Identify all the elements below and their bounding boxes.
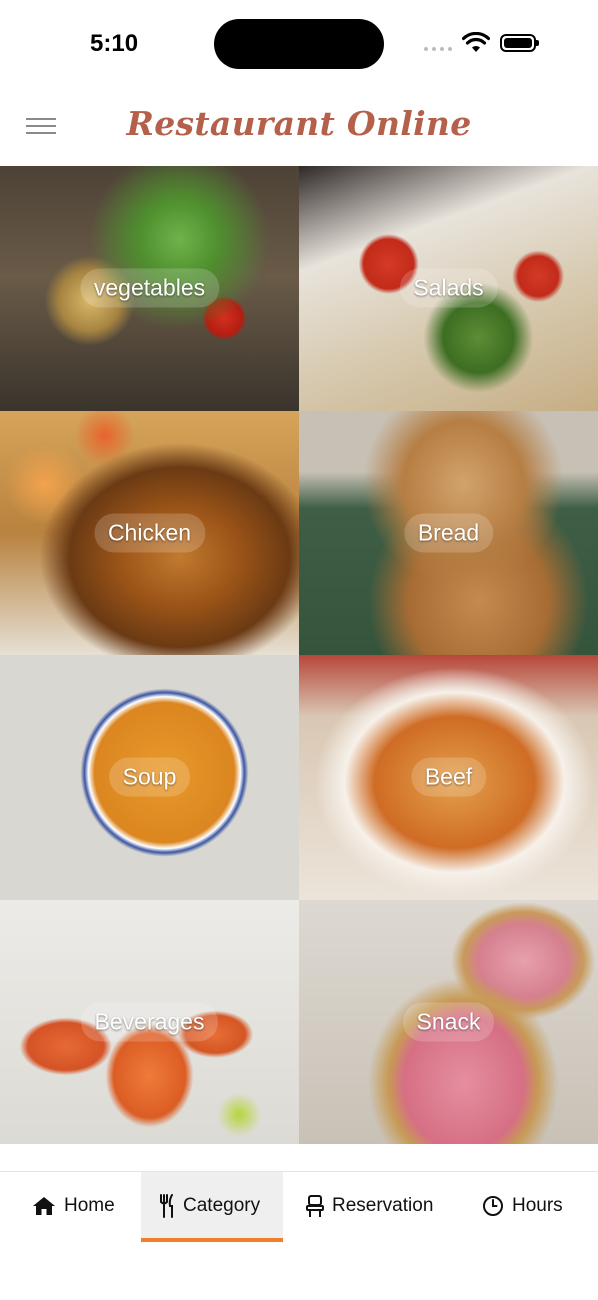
tab-reservation-label: Reservation	[332, 1195, 434, 1216]
page-title: Restaurant Online	[126, 104, 472, 143]
category-label: Salads	[399, 268, 498, 308]
tab-category-label: Category	[183, 1195, 261, 1216]
tab-home-label: Home	[64, 1195, 115, 1216]
dynamic-island	[214, 19, 384, 69]
status-bar: 5:10	[0, 0, 598, 90]
home-icon	[33, 1197, 55, 1215]
category-label: vegetables	[79, 268, 220, 308]
signal-icon	[424, 47, 452, 51]
battery-icon	[500, 34, 539, 52]
chair-icon	[306, 1195, 324, 1217]
tab-home[interactable]: Home	[28, 1172, 119, 1240]
category-label: Beverages	[80, 1002, 219, 1042]
category-tile-chicken[interactable]: Chicken	[0, 410, 299, 655]
clock-icon	[483, 1196, 503, 1216]
category-label: Beef	[410, 757, 487, 797]
category-label: Chicken	[93, 513, 206, 553]
tab-reservation[interactable]: Reservation	[306, 1172, 433, 1240]
category-tile-beef[interactable]: Beef	[299, 655, 598, 900]
tab-hours[interactable]: Hours	[482, 1172, 563, 1240]
fork-knife-icon	[160, 1194, 173, 1218]
category-label: Snack	[402, 1002, 495, 1042]
category-tile-soup[interactable]: Soup	[0, 655, 299, 900]
status-time: 5:10	[90, 30, 139, 57]
wifi-icon	[462, 32, 490, 52]
category-grid: vegetables Salads Chicken Bread Soup Bee…	[0, 166, 598, 1144]
category-tile-snack[interactable]: Snack	[299, 899, 598, 1144]
category-tile-beverages[interactable]: Beverages	[0, 899, 299, 1144]
category-tile-salads[interactable]: Salads	[299, 166, 598, 411]
category-label: Soup	[108, 757, 191, 797]
category-tile-bread[interactable]: Bread	[299, 410, 598, 655]
tab-hours-label: Hours	[512, 1195, 563, 1216]
bottom-nav: Home Category Reservation Hours	[0, 1171, 598, 1242]
tab-category[interactable]: Category	[141, 1172, 283, 1242]
category-tile-vegetables[interactable]: vegetables	[0, 166, 299, 411]
category-label: Bread	[403, 513, 494, 553]
home-indicator	[225, 1286, 373, 1291]
